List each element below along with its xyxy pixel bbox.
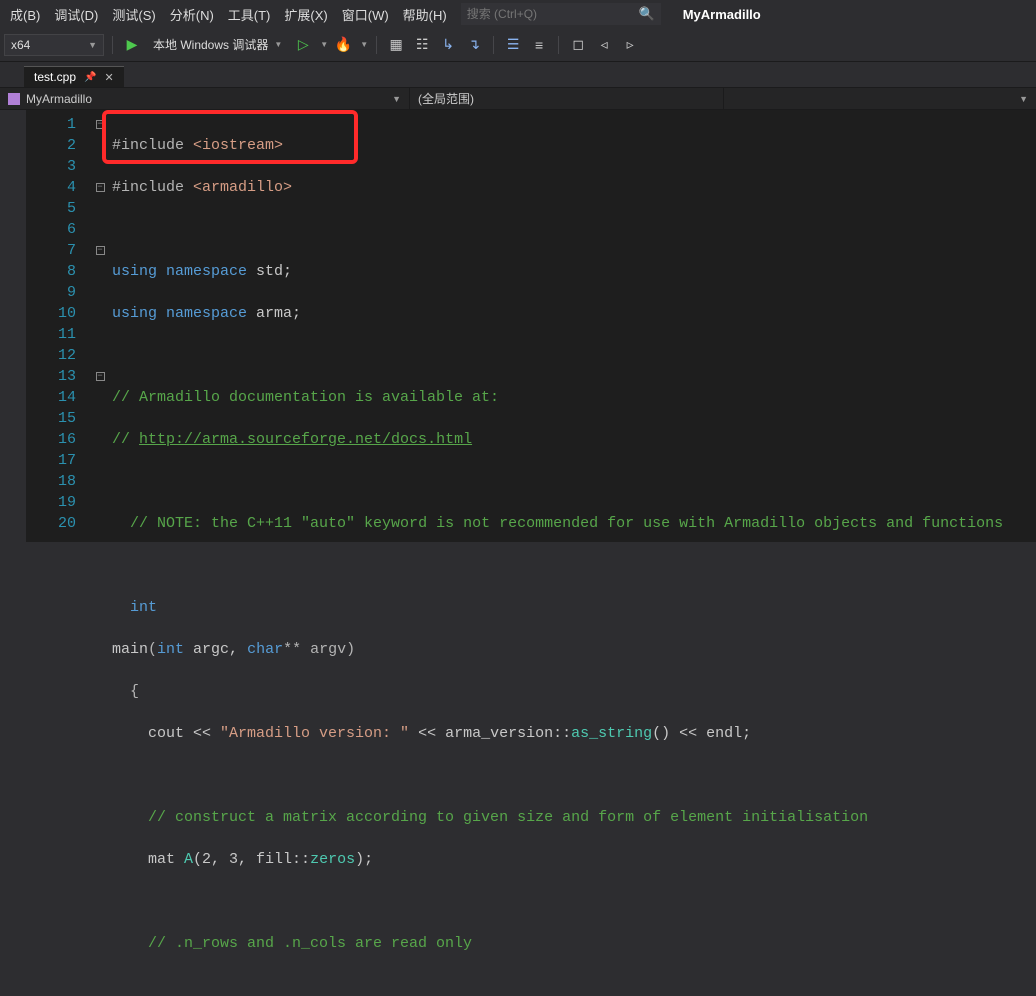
- chevron-down-icon: ▼: [360, 40, 368, 49]
- pin-icon[interactable]: 📌: [84, 72, 96, 83]
- toolbar: x64 ▼ ▶ 本地 Windows 调试器 ▼ ▷ ▼ 🔥 ▼ ▦ ☷ ↳ ↴…: [0, 28, 1036, 62]
- code-text[interactable]: #include <iostream> #include <armadillo>…: [108, 110, 1036, 542]
- step-icon[interactable]: ↳: [437, 34, 459, 56]
- menu-ext[interactable]: 扩展(X): [278, 3, 333, 26]
- fold-toggle[interactable]: −: [96, 246, 105, 255]
- comment-icon[interactable]: ≡: [528, 34, 550, 56]
- menu-debug[interactable]: 调试(D): [48, 3, 104, 26]
- platform-value: x64: [11, 38, 30, 52]
- nav-scope[interactable]: (全局范围): [410, 88, 724, 109]
- tab-test-cpp[interactable]: test.cpp 📌 ✕: [24, 66, 124, 87]
- margin-gutter: [0, 110, 26, 542]
- start-without-debug-icon[interactable]: ▷: [292, 34, 314, 56]
- menu-build[interactable]: 成(B): [4, 3, 46, 26]
- new-item-icon[interactable]: ▦: [385, 34, 407, 56]
- menu-help[interactable]: 帮助(H): [397, 3, 453, 26]
- start-debugging-button[interactable]: 本地 Windows 调试器 ▼: [147, 34, 288, 56]
- start-label: 本地 Windows 调试器: [153, 36, 268, 53]
- search-icon: 🔍: [639, 6, 655, 22]
- code-area[interactable]: 1234567891011121314151617181920 − − − − …: [26, 110, 1036, 542]
- tab-strip: test.cpp 📌 ✕: [0, 62, 1036, 88]
- tab-label: test.cpp: [34, 70, 76, 84]
- nav-project[interactable]: MyArmadillo ▼: [0, 88, 410, 109]
- separator: [376, 36, 377, 54]
- menu-window[interactable]: 窗口(W): [336, 3, 395, 26]
- separator: [493, 36, 494, 54]
- fold-toggle[interactable]: −: [96, 372, 105, 381]
- hot-reload-icon[interactable]: 🔥: [332, 34, 354, 56]
- fold-gutter[interactable]: − − − −: [92, 110, 108, 542]
- play-icon[interactable]: ▶: [121, 34, 143, 56]
- project-icon: [8, 93, 20, 105]
- fold-toggle[interactable]: −: [96, 183, 105, 192]
- solution-name: MyArmadillo: [683, 7, 761, 22]
- step-over-icon[interactable]: ↴: [463, 34, 485, 56]
- bookmark-next-icon[interactable]: ▹: [619, 34, 641, 56]
- menu-bar: 成(B) 调试(D) 测试(S) 分析(N) 工具(T) 扩展(X) 窗口(W)…: [0, 0, 1036, 28]
- separator: [558, 36, 559, 54]
- chevron-down-icon: ▼: [88, 40, 97, 50]
- menu-test[interactable]: 测试(S): [106, 3, 161, 26]
- bookmark-prev-icon[interactable]: ◃: [593, 34, 615, 56]
- nav-project-label: MyArmadillo: [26, 92, 92, 106]
- bookmark-icon[interactable]: ◻: [567, 34, 589, 56]
- menu-tools[interactable]: 工具(T): [222, 3, 277, 26]
- menu-analyze[interactable]: 分析(N): [164, 3, 220, 26]
- search-input[interactable]: [467, 7, 627, 21]
- editor: 1234567891011121314151617181920 − − − − …: [0, 110, 1036, 542]
- nav-member[interactable]: ▼: [724, 88, 1036, 109]
- platform-combo[interactable]: x64 ▼: [4, 34, 104, 56]
- list-icon[interactable]: ☰: [502, 34, 524, 56]
- line-numbers: 1234567891011121314151617181920: [26, 110, 92, 542]
- chevron-down-icon: ▼: [320, 40, 328, 49]
- nav-bar: MyArmadillo ▼ (全局范围) ▼: [0, 88, 1036, 110]
- close-icon[interactable]: ✕: [104, 71, 113, 84]
- search-box[interactable]: 🔍: [461, 3, 661, 25]
- chevron-down-icon: ▼: [1019, 94, 1028, 104]
- fold-toggle[interactable]: −: [96, 120, 105, 129]
- separator: [112, 36, 113, 54]
- chevron-down-icon: ▼: [392, 94, 401, 104]
- chevron-down-icon: ▼: [274, 40, 282, 49]
- nav-scope-label: (全局范围): [418, 90, 474, 107]
- open-item-icon[interactable]: ☷: [411, 34, 433, 56]
